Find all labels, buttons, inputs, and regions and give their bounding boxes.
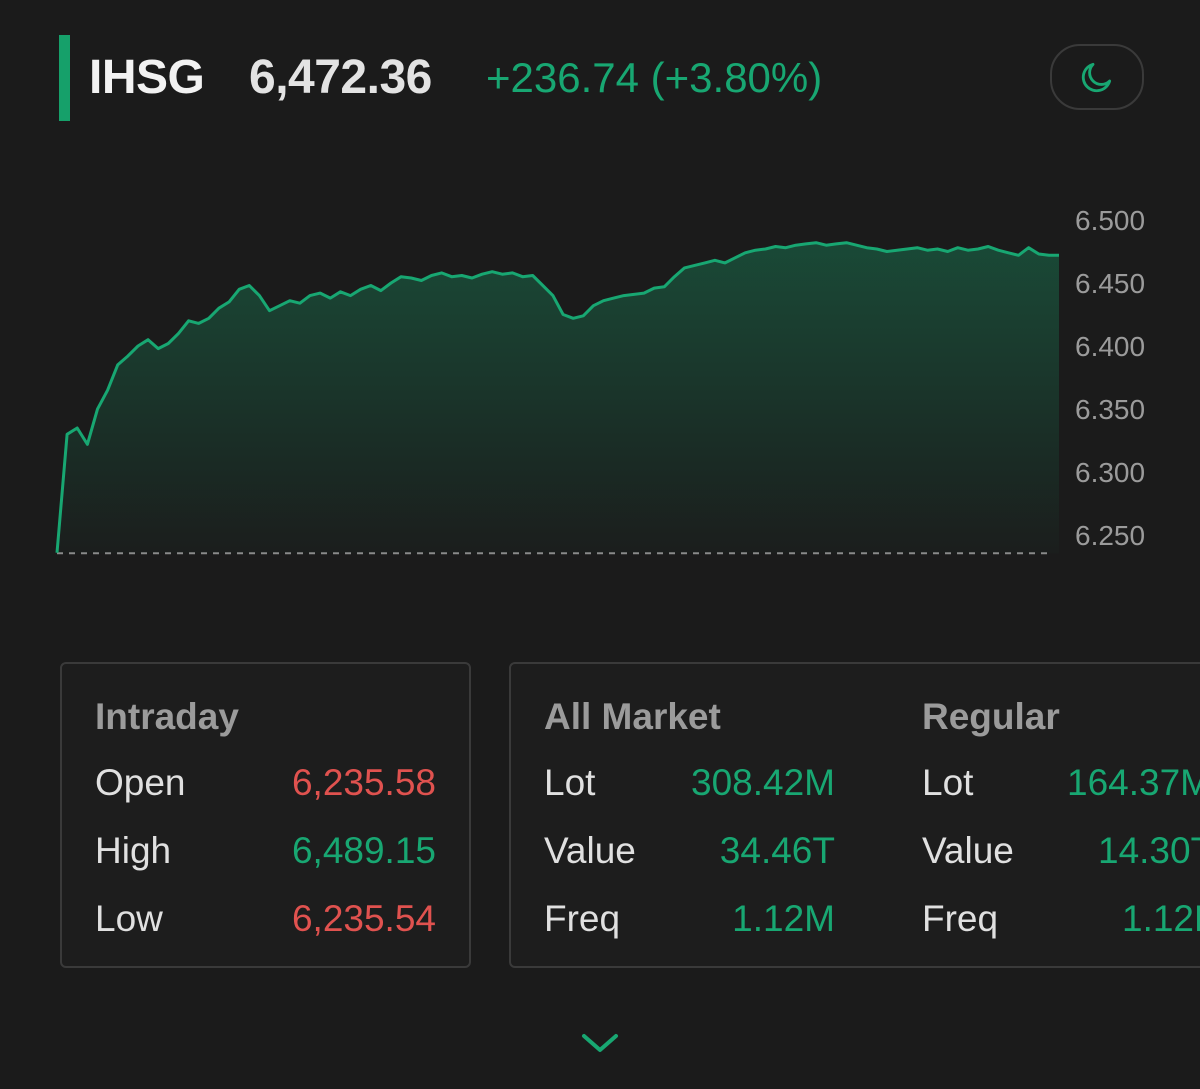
all-market-lot-label: Lot: [544, 762, 596, 803]
all-market-title: All Market: [544, 696, 721, 737]
y-tick-label: 6.500: [1075, 205, 1145, 236]
intraday-title: Intraday: [95, 696, 239, 737]
page: IHSG 6,472.36 +236.74 (+3.80%) 6.500 6.45…: [0, 0, 1200, 1089]
chevron-down-icon[interactable]: [578, 1028, 622, 1058]
low-value: 6,235.54: [291, 898, 436, 939]
regular-value-value: 14.30T: [1098, 830, 1200, 871]
open-label: Open: [95, 762, 186, 803]
low-label: Low: [95, 898, 163, 939]
regular-freq-label: Freq: [922, 898, 999, 939]
regular-lot-value: 164.37M: [1067, 762, 1200, 803]
all-market-freq-value: 1.12M: [732, 898, 835, 939]
high-label: High: [95, 830, 172, 871]
ticker-symbol: IHSG: [89, 51, 205, 104]
y-tick-label: 6.450: [1075, 268, 1145, 299]
index-price: 6,472.36: [249, 51, 432, 104]
regular-value-label: Value: [922, 830, 1014, 871]
high-value: 6,489.15: [291, 830, 436, 871]
y-tick-label: 6.350: [1075, 394, 1145, 425]
all-market-freq-label: Freq: [544, 898, 621, 939]
intraday-price-chart: 6.500 6.450 6.400 6.350 6.300 6.250: [55, 205, 1145, 555]
regular-title: Regular: [922, 696, 1060, 737]
y-tick-label: 6.300: [1075, 457, 1145, 488]
theme-toggle-button[interactable]: [1050, 44, 1144, 110]
all-market-value-label: Value: [544, 830, 636, 871]
price-change: +236.74 (+3.80%): [486, 54, 823, 101]
intraday-card: Intraday Open 6,235.58 High 6,489.15 Low…: [60, 662, 471, 968]
regular-freq-value: 1.12M: [1122, 898, 1200, 939]
accent-bar: [59, 35, 70, 121]
y-tick-label: 6.400: [1075, 331, 1145, 362]
moon-icon: [1081, 62, 1112, 93]
regular-lot-label: Lot: [922, 762, 974, 803]
all-market-value-value: 34.46T: [719, 830, 835, 871]
price-area-fill: [57, 242, 1059, 554]
market-summary-card: All Market Lot 308.42M Value 34.46T Freq…: [509, 662, 1200, 968]
y-tick-label: 6.250: [1075, 520, 1145, 551]
open-value: 6,235.58: [291, 762, 436, 803]
all-market-lot-value: 308.42M: [691, 762, 835, 803]
